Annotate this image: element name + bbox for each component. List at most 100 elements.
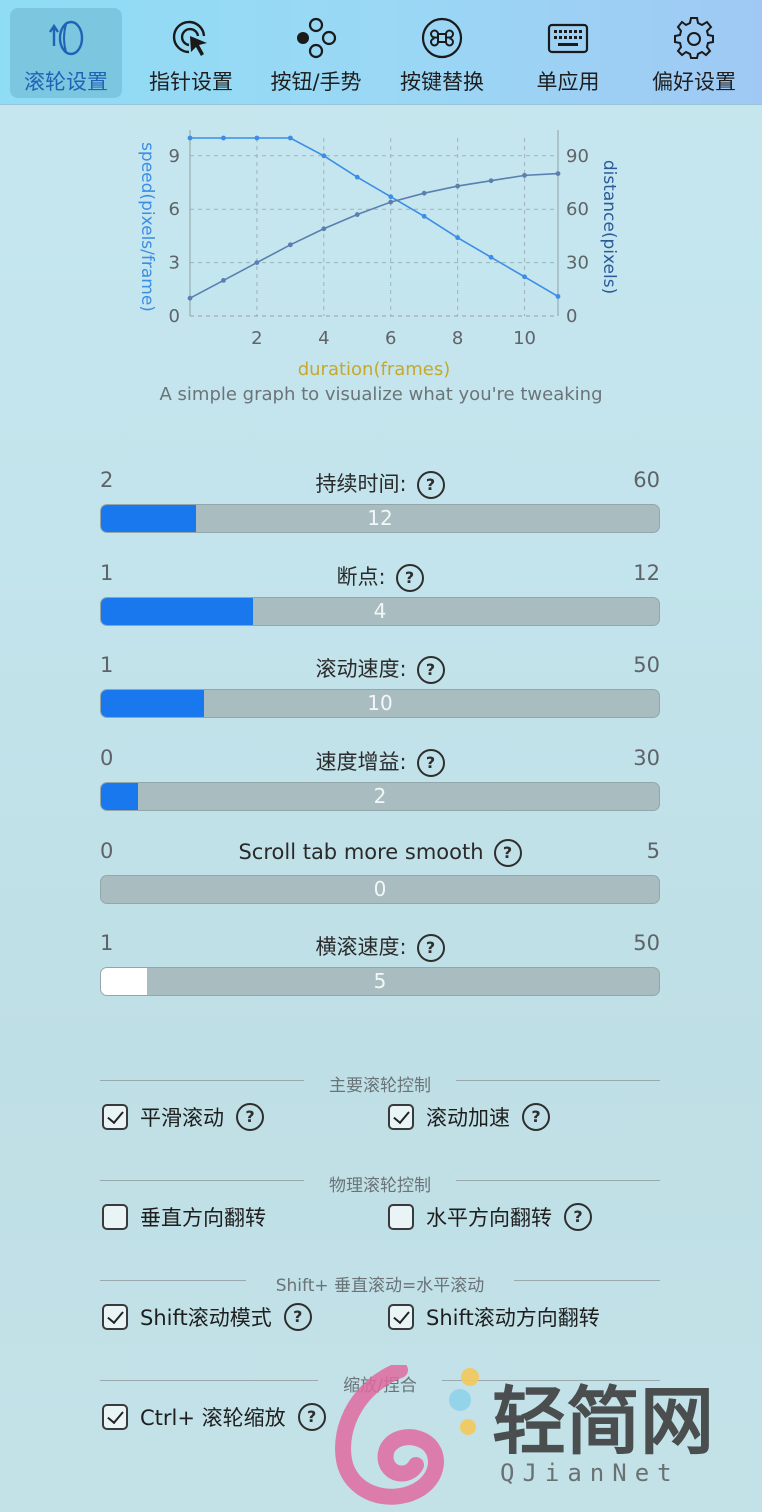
checkbox-checked[interactable] [102, 1104, 128, 1130]
tab-label: 单应用 [536, 70, 600, 94]
tab-label: 按键替换 [400, 70, 484, 94]
x-tick-label: 2 [251, 328, 262, 349]
smooth-scroll-checkbox[interactable]: 平滑滚动? [102, 1102, 264, 1136]
data-point [421, 213, 427, 219]
slider-value: 10 [367, 691, 393, 715]
slider-track[interactable]: 10 [100, 689, 660, 718]
slider-title: 持续时间:? [100, 468, 660, 499]
slider[interactable]: 2 持续时间:? 60 12 [100, 468, 660, 540]
tab-preferences[interactable]: 偏好设置 [638, 8, 750, 98]
slider[interactable]: 0 Scroll tab more smooth? 5 0 [100, 839, 660, 911]
help-icon[interactable]: ? [283, 1303, 312, 1331]
series-line-0 [190, 137, 559, 298]
checkbox-checked[interactable] [388, 1304, 414, 1330]
tab-label: 偏好设置 [652, 70, 736, 94]
slider-max: 30 [633, 746, 660, 770]
help-icon[interactable]: ? [416, 656, 445, 684]
data-point [488, 178, 494, 184]
slider[interactable]: 1 横滚速度:? 50 5 [100, 931, 660, 1003]
slider[interactable]: 0 速度增益:? 30 2 [100, 746, 660, 818]
checkbox-label: 垂直方向翻转 [140, 1206, 266, 1230]
slider-title: 断点:? [100, 561, 660, 592]
checkbox-unchecked[interactable] [102, 1204, 128, 1230]
checkbox-checked[interactable] [102, 1404, 128, 1430]
qjiannet-watermark-logo: 轻简网 QJianNet [335, 1365, 714, 1505]
x-tick-label: 6 [385, 328, 396, 349]
x-tick-label: 4 [318, 328, 329, 349]
section-shift-scroll: Shift+ 垂直滚动=水平滚动 [100, 1271, 660, 1296]
slider-max: 12 [633, 561, 660, 585]
slider-title: Scroll tab more smooth? [100, 839, 660, 867]
reverse-horizontal-checkbox[interactable]: 水平方向翻转? [388, 1202, 592, 1236]
slider-label: Scroll tab more smooth [238, 840, 484, 864]
slider-track[interactable]: 4 [100, 597, 660, 626]
slider-label: 滚动速度: [315, 657, 407, 681]
keyboard-icon [547, 23, 589, 54]
series-line-1 [189, 172, 559, 299]
watermark-subtitle: QJianNet [500, 1459, 680, 1487]
data-point [555, 171, 561, 176]
buttons-gesture-icon [297, 17, 337, 59]
slider-track[interactable]: 0 [100, 875, 660, 904]
scroll-acceleration-checkbox[interactable]: 滚动加速? [388, 1102, 550, 1136]
help-icon[interactable]: ? [493, 839, 522, 867]
tab-scroll-settings[interactable]: 滚轮设置 [10, 8, 122, 98]
right-axis-label: distance(pixels) [599, 160, 619, 294]
data-point [354, 174, 360, 180]
tab-buttons-gestures[interactable]: 按钮/手势 [260, 8, 372, 98]
checkbox-checked[interactable] [102, 1304, 128, 1330]
speed-distance-graph: 2 4 6 8 1003690306090speed(pixels/frame) dist… [137, 130, 619, 380]
checkbox-label: 平滑滚动 [140, 1106, 224, 1130]
slider-value: 12 [367, 506, 393, 530]
data-point [321, 226, 327, 232]
help-icon[interactable]: ? [416, 471, 445, 499]
data-point [221, 135, 226, 141]
toolbar: 滚轮设置 指针设置 按钮/手势 按键替换 单应用 偏好设置 [0, 0, 762, 105]
slider-title: 速度增益:? [100, 746, 660, 777]
reverse-vertical-checkbox[interactable]: 垂直方向翻转 [102, 1202, 266, 1236]
slider-max: 50 [633, 653, 660, 677]
slider-max: 50 [633, 931, 660, 955]
slider[interactable]: 1 滚动速度:? 50 10 [100, 653, 660, 725]
shift-scroll-mode-checkbox[interactable]: Shift滚动模式? [102, 1302, 312, 1336]
help-icon[interactable]: ? [395, 564, 424, 592]
slider-track[interactable]: 5 [100, 967, 660, 996]
slider-track[interactable]: 2 [100, 782, 660, 811]
checkbox-label: Shift滚动方向翻转 [426, 1306, 600, 1330]
tab-per-app[interactable]: 单应用 [512, 8, 624, 98]
slider-value: 2 [373, 784, 387, 808]
slider-value: 4 [373, 599, 387, 623]
help-icon[interactable]: ? [297, 1403, 326, 1431]
x-tick-label: 8 [452, 328, 463, 349]
shift-scroll-reverse-checkbox[interactable]: Shift滚动方向翻转 [388, 1302, 600, 1336]
help-icon[interactable]: ? [416, 749, 445, 777]
x-axis-label: duration(frames) [298, 359, 451, 380]
data-point [221, 278, 226, 283]
slider[interactable]: 1 断点:? 12 4 [100, 561, 660, 633]
tab-pointer-settings[interactable]: 指针设置 [135, 8, 247, 98]
checkbox-checked[interactable] [388, 1104, 414, 1130]
slider-max: 60 [633, 468, 660, 492]
y2-tick-label: 90 [566, 146, 589, 167]
data-point [522, 172, 527, 178]
data-point [455, 183, 461, 189]
help-icon[interactable]: ? [416, 934, 445, 962]
help-icon[interactable]: ? [522, 1103, 550, 1131]
data-point [488, 254, 494, 260]
checkbox-unchecked[interactable] [388, 1204, 414, 1230]
gear-icon [674, 17, 714, 59]
data-point [287, 242, 293, 248]
graph-caption: A simple graph to visualize what you're … [159, 384, 603, 405]
y-tick-label: 3 [169, 253, 180, 274]
help-icon[interactable]: ? [564, 1203, 592, 1231]
tab-label: 指针设置 [149, 70, 233, 94]
help-icon[interactable]: ? [236, 1103, 264, 1131]
ctrl-zoom-checkbox[interactable]: Ctrl+ 滚轮缩放? [102, 1402, 326, 1436]
data-point [187, 135, 193, 141]
scroll-wheel-icon [49, 20, 84, 56]
tab-key-remap[interactable]: 按键替换 [386, 8, 498, 98]
slider-track[interactable]: 12 [100, 504, 660, 533]
x-tick-label: 10 [513, 328, 536, 349]
pointer-icon [172, 20, 207, 56]
checkbox-label: 水平方向翻转 [426, 1206, 552, 1230]
